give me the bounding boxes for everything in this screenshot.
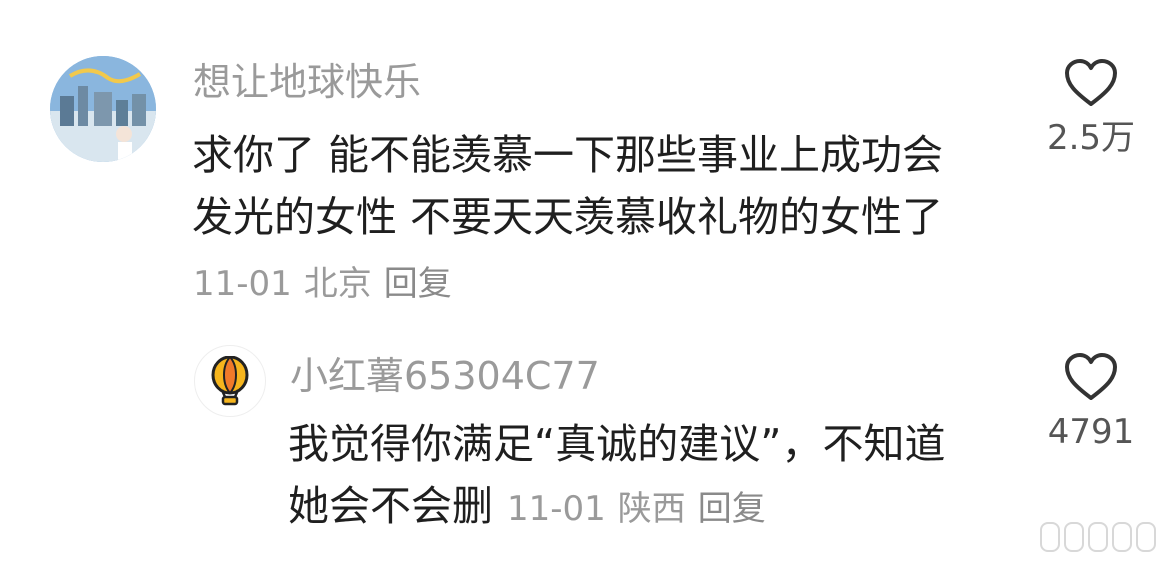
comment-content[interactable]: 求你了 能不能羡慕一下那些事业上成功会 发光的女性 不要天天羡慕收礼物的女性了 [192, 124, 992, 248]
reply-meta: 11-01 陕西 回复 [507, 489, 778, 529]
comment-line: 求你了 能不能羡慕一下那些事业上成功会 [192, 131, 944, 179]
like-button[interactable]: 2.5万 [1031, 58, 1151, 160]
heart-icon [1065, 353, 1117, 400]
comment-meta: 11-01 北京 回复 [193, 262, 464, 306]
hot-air-balloon-icon [211, 356, 249, 406]
comment-line: 发光的女性 不要天天羡慕收礼物的女性了 [192, 193, 944, 241]
heart-icon [1065, 59, 1117, 106]
reply-location: 陕西 [617, 489, 686, 529]
comment-location: 北京 [303, 264, 372, 304]
like-count: 2.5万 [1046, 118, 1136, 158]
reply-line: 她会不会删 [288, 482, 493, 530]
avatar[interactable] [194, 345, 266, 417]
username[interactable]: 小红薯65304C77 [290, 352, 600, 400]
username[interactable]: 想让地球快乐 [193, 58, 421, 106]
reply-button[interactable]: 回复 [384, 264, 452, 304]
like-button[interactable]: 4791 [1031, 352, 1151, 454]
reply-button[interactable]: 回复 [698, 489, 766, 529]
reply-line: 我觉得你满足“真诚的建议”，不知道 [288, 420, 946, 468]
watermark-logo [1040, 522, 1156, 552]
reply-line-with-meta: 她会不会删 11-01 陕西 回复 [288, 475, 1008, 540]
avatar-photo-icon [50, 56, 156, 162]
comment-date: 11-01 [193, 264, 292, 304]
reply-date: 11-01 [507, 489, 606, 529]
avatar[interactable] [50, 56, 156, 162]
like-count: 4791 [1047, 412, 1135, 452]
reply-content[interactable]: 我觉得你满足“真诚的建议”，不知道 她会不会删 11-01 陕西 回复 [288, 413, 1008, 540]
